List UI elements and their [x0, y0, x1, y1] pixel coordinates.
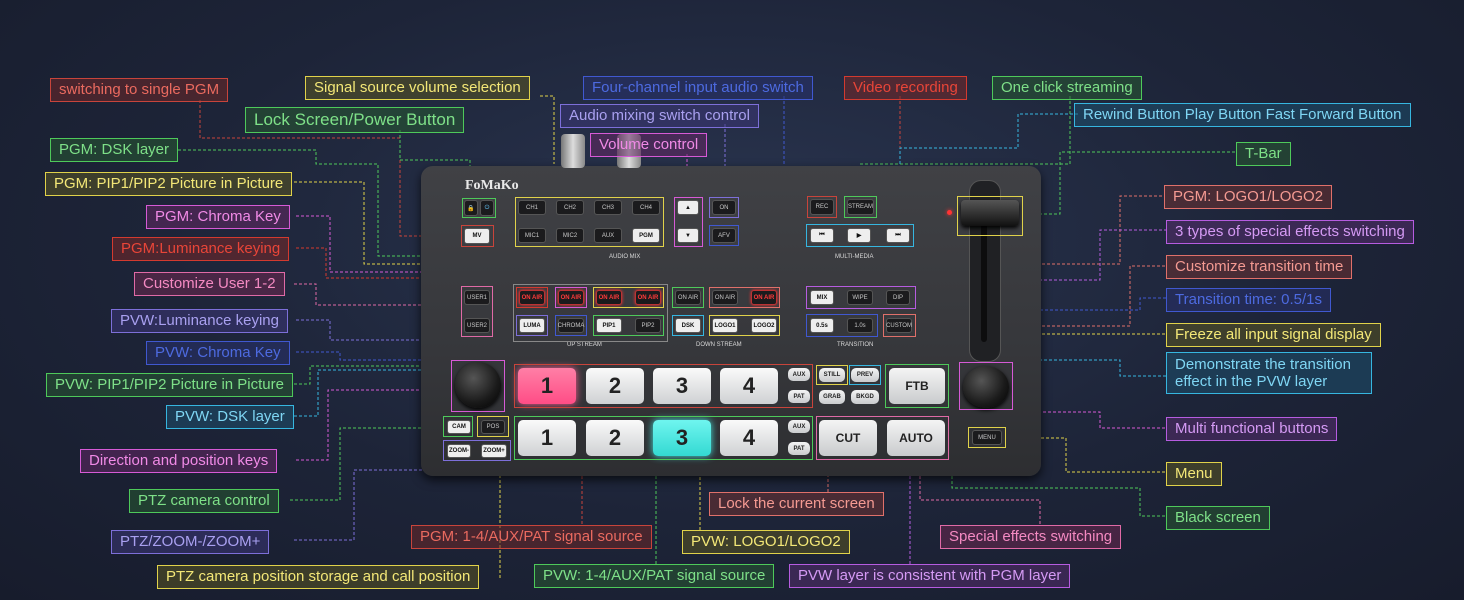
label-four-channel: Four-channel input audio switch: [583, 76, 813, 100]
label-trans-time: Transition time: 0.5/1s: [1166, 288, 1332, 312]
highlight-lock-power: [462, 198, 496, 218]
label-pgm-chroma: PGM: Chroma Key: [146, 205, 290, 229]
label-menu: Menu: [1166, 462, 1222, 486]
highlight-pgm-row: [514, 364, 813, 408]
label-ptz-control: PTZ camera control: [129, 489, 279, 513]
label-ptz-storage: PTZ camera position storage and call pos…: [157, 565, 480, 589]
label-pgm-logo: PGM: LOGO1/LOGO2: [1164, 185, 1333, 209]
highlight-logo-onair: [709, 287, 780, 308]
label-ptz-zoom: PTZ/ZOOM-/ZOOM+: [111, 530, 270, 554]
label-user12: Customize User 1-2: [134, 272, 285, 296]
highlight-rec: [807, 196, 837, 218]
switcher-console: FoMaKo 🔒 ⏻ MV CH1 CH2 CH3 CH4 MIC1 MIC2 …: [421, 134, 1041, 476]
highlight-knob: [959, 362, 1013, 410]
highlight-pos: [477, 416, 509, 437]
label-black-screen: Black screen: [1166, 506, 1270, 530]
highlight-zoom: [443, 440, 511, 461]
label-video-recording: Video recording: [844, 76, 967, 100]
label-single-pgm: switching to single PGM: [50, 78, 229, 102]
label-custom-time: Customize transition time: [1166, 255, 1353, 279]
highlight-stream: [844, 196, 877, 218]
highlight-volume: [674, 197, 703, 247]
highlight-pvw-row: [514, 416, 813, 460]
label-t-bar: T-Bar: [1236, 142, 1291, 166]
label-pvw-luma: PVW:Luminance keying: [111, 309, 288, 333]
brand-logo: FoMaKo: [465, 178, 519, 193]
highlight-still: [816, 365, 848, 385]
label-three-types: 3 types of special effects switching: [1166, 220, 1414, 244]
label-pvw-consistent: PVW layer is consistent with PGM layer: [789, 564, 1071, 588]
label-audio-mixing: Audio mixing switch control: [560, 104, 759, 128]
label-pvw-logo: PVW: LOGO1/LOGO2: [682, 530, 850, 554]
highlight-ftb: [885, 364, 949, 408]
label-signal-volume: Signal source volume selection: [305, 76, 530, 100]
label-pvw-source: PVW: 1-4/AUX/PAT signal source: [534, 564, 775, 588]
transition-label: TRANSITION: [837, 342, 874, 348]
highlight-on: [709, 197, 739, 218]
label-demonstrate: Demonstrate the transition effect in the…: [1166, 352, 1372, 394]
highlight-afv: [709, 225, 739, 246]
highlight-on-air-dsk: [672, 287, 704, 308]
audio-mix-label: AUDIO MIX: [609, 254, 641, 260]
multi-media-label: MULTI-MEDIA: [835, 254, 874, 260]
label-pvw-chroma: PVW: Chroma Key: [146, 341, 290, 365]
highlight-prev: [849, 365, 881, 385]
label-multi-func: Multi functional buttons: [1166, 417, 1338, 441]
highlight-mv: [461, 225, 494, 247]
highlight-transition-types: [806, 286, 916, 309]
label-lock-power: Lock Screen/Power Button: [245, 107, 465, 133]
label-volume-control: Volume control: [590, 133, 708, 157]
highlight-joystick: [451, 360, 505, 412]
down-stream-label: DOWN STREAM: [696, 342, 742, 348]
label-one-click: One click streaming: [992, 76, 1142, 100]
label-pvw-pip: PVW: PIP1/PIP2 Picture in Picture: [46, 373, 293, 397]
annotated-product-diagram: FoMaKo 🔒 ⏻ MV CH1 CH2 CH3 CH4 MIC1 MIC2 …: [0, 0, 1464, 600]
label-rewind: Rewind Button Play Button Fast Forward B…: [1074, 103, 1411, 127]
bkgd-button[interactable]: BKGD: [851, 390, 879, 404]
label-freeze: Freeze all input signal display: [1166, 323, 1381, 347]
highlight-users: [461, 286, 493, 337]
highlight-cam-pos: [443, 416, 473, 437]
highlight-t-bar: [957, 196, 1023, 236]
label-pgm-source: PGM: 1-4/AUX/PAT signal source: [411, 525, 652, 549]
highlight-transition-time: [806, 314, 878, 337]
highlight-upstream: [513, 284, 668, 342]
highlight-menu: [968, 427, 1006, 448]
status-led: [947, 210, 952, 215]
highlight-media-controls: [806, 224, 914, 247]
label-pgm-luma: PGM:Luminance keying: [112, 237, 290, 261]
up-stream-label: UP STREAM: [567, 342, 602, 348]
highlight-audio-sources: [515, 197, 664, 247]
label-special-switch: Special effects switching: [940, 525, 1122, 549]
label-pgm-pip: PGM: PIP1/PIP2 Picture in Picture: [45, 172, 293, 196]
label-pvw-dsk: PVW: DSK layer: [166, 405, 294, 429]
highlight-cut-auto: [816, 416, 949, 460]
grab-button[interactable]: GRAB: [819, 390, 845, 404]
highlight-custom-time: [883, 314, 916, 337]
label-direction: Direction and position keys: [80, 449, 278, 473]
bnc-connector: [561, 134, 585, 168]
label-lock-current: Lock the current screen: [709, 492, 884, 516]
label-pgm-dsk: PGM: DSK layer: [50, 138, 179, 162]
highlight-logo: [709, 315, 780, 336]
highlight-dsk: [672, 315, 704, 336]
